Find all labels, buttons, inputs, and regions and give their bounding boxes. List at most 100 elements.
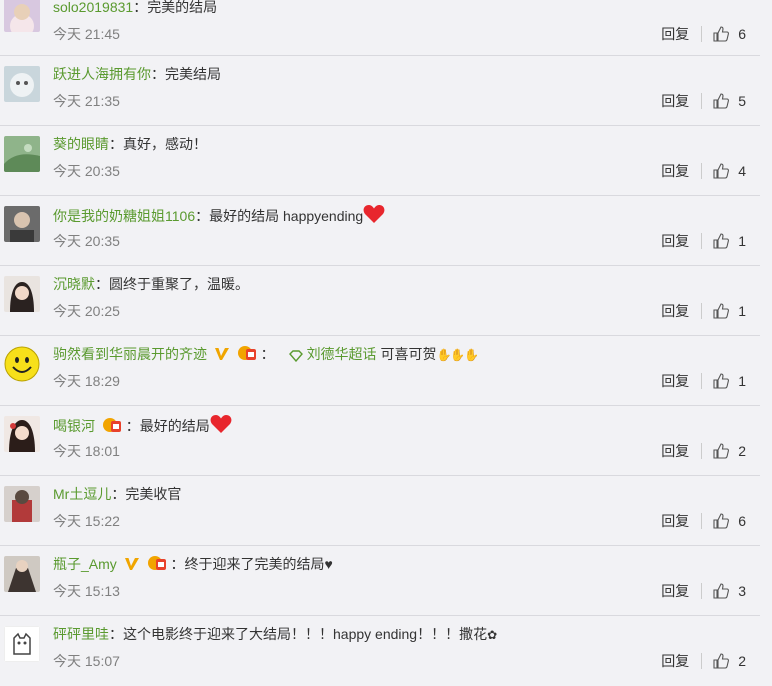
- reply-button[interactable]: 回复: [661, 513, 703, 529]
- separator: ：: [151, 66, 165, 82]
- flower-emoji-icon: ✿: [487, 628, 498, 642]
- reply-button[interactable]: 回复: [661, 373, 703, 389]
- username[interactable]: 葵的眼睛: [53, 136, 109, 152]
- black-heart-emoji-icon: ♥: [324, 556, 333, 572]
- thumbs-up-icon[interactable]: [712, 512, 730, 530]
- comment-item: 喝银河 ：最好的结局 今天 18:01 回复 2: [0, 406, 760, 476]
- avatar[interactable]: [4, 0, 40, 32]
- timestamp: 今天 15:07: [53, 653, 120, 669]
- comment-item: 驹然看到华丽晨开的齐迹 ： 刘德华超话 可喜可贺✋✋✋ 今天 18:29 回复 …: [0, 336, 760, 406]
- timestamp: 今天 21:45: [53, 26, 120, 42]
- separator: ：: [260, 346, 275, 362]
- like-count: 1: [738, 233, 746, 249]
- thumbs-up-icon[interactable]: [712, 582, 730, 600]
- reply-button[interactable]: 回复: [661, 653, 703, 669]
- like-count: 2: [738, 443, 746, 459]
- avatar[interactable]: [4, 416, 40, 452]
- comment-item: 砰砰里哇：这个电影终于迎来了大结局！！！happy ending！！！撒花✿ 今…: [0, 616, 760, 686]
- comment-item: Mr土逗儿：完美收官 今天 15:22 回复 6: [0, 476, 760, 546]
- timestamp: 今天 21:35: [53, 93, 120, 109]
- separator: ：: [111, 486, 126, 502]
- avatar[interactable]: [4, 276, 40, 312]
- username[interactable]: 你是我的奶糖姐姐1106: [53, 208, 195, 224]
- avatar[interactable]: [4, 626, 40, 662]
- comment-item: 瓶子_Amy ：终于迎来了完美的结局♥ 今天 15:13 回复 3: [0, 546, 760, 616]
- username[interactable]: 喝银河: [53, 418, 95, 434]
- username[interactable]: solo2019831: [53, 0, 133, 15]
- super-topic-icon: [288, 350, 303, 362]
- reply-button[interactable]: 回复: [661, 583, 703, 599]
- thumbs-up-icon[interactable]: [712, 162, 730, 180]
- thumbs-up-icon[interactable]: [712, 372, 730, 390]
- comment-text: 完美的结局: [147, 0, 218, 15]
- comment-text: 完美收官: [125, 486, 182, 502]
- like-count: 5: [738, 93, 746, 109]
- like-count: 2: [738, 653, 746, 669]
- heart-emoji-icon: [363, 205, 385, 223]
- comment-text: 完美结局: [165, 66, 221, 82]
- timestamp: 今天 18:01: [53, 443, 120, 459]
- avatar[interactable]: [4, 346, 40, 382]
- clapping-hands-emoji-icon: ✋✋✋: [436, 348, 479, 362]
- separator: ：: [133, 0, 148, 15]
- vip-badge-icon: [102, 418, 121, 432]
- separator: ：: [125, 418, 140, 434]
- avatar[interactable]: [4, 556, 40, 592]
- timestamp: 今天 20:35: [53, 233, 120, 249]
- timestamp: 今天 15:22: [53, 513, 120, 529]
- like-count: 4: [738, 163, 746, 179]
- username[interactable]: 瓶子_Amy: [53, 556, 117, 572]
- avatar[interactable]: [4, 66, 40, 102]
- reply-button[interactable]: 回复: [661, 93, 703, 109]
- timestamp: 今天 18:29: [53, 373, 120, 389]
- verified-v-icon: [124, 558, 139, 570]
- reply-button[interactable]: 回复: [661, 163, 703, 179]
- separator: ：: [95, 276, 109, 292]
- comment-text: 真好，感动！: [123, 136, 207, 152]
- username[interactable]: 砰砰里哇: [53, 626, 109, 642]
- comment-text: 终于迎来了完美的结局: [184, 556, 325, 572]
- comment-list: solo2019831：完美的结局 今天 21:45 回复 6 跃进人海拥有你：…: [0, 0, 760, 686]
- timestamp: 今天 15:13: [53, 583, 120, 599]
- thumbs-up-icon[interactable]: [712, 92, 730, 110]
- separator: ：: [109, 626, 123, 642]
- reply-button[interactable]: 回复: [661, 233, 703, 249]
- avatar[interactable]: [4, 136, 40, 172]
- username[interactable]: 驹然看到华丽晨开的齐迹: [53, 346, 207, 362]
- like-count: 6: [738, 26, 746, 42]
- separator: ：: [170, 556, 185, 572]
- comment-item: 沉晓默：圆终于重聚了，温暖。 今天 20:25 回复 1: [0, 266, 760, 336]
- like-count: 6: [738, 513, 746, 529]
- avatar[interactable]: [4, 206, 40, 242]
- like-count: 3: [738, 583, 746, 599]
- avatar[interactable]: [4, 486, 40, 522]
- comment-text: 这个电影终于迎来了大结局！！！happy ending！！！撒花: [123, 626, 488, 642]
- reply-button[interactable]: 回复: [661, 26, 703, 42]
- thumbs-up-icon[interactable]: [712, 232, 730, 250]
- super-topic-link[interactable]: 刘德华超话: [307, 346, 377, 362]
- separator: ：: [109, 136, 123, 152]
- reply-button[interactable]: 回复: [661, 303, 703, 319]
- comment-text: 可喜可贺: [380, 346, 437, 362]
- timestamp: 今天 20:25: [53, 303, 120, 319]
- reply-button[interactable]: 回复: [661, 443, 703, 459]
- vip-badge-icon: [147, 556, 166, 570]
- comment-item: 跃进人海拥有你：完美结局 今天 21:35 回复 5: [0, 56, 760, 126]
- thumbs-up-icon[interactable]: [712, 652, 730, 670]
- like-count: 1: [738, 373, 746, 389]
- like-count: 1: [738, 303, 746, 319]
- comment-text: 圆终于重聚了，温暖。: [109, 276, 249, 292]
- timestamp: 今天 20:35: [53, 163, 120, 179]
- separator: ：: [195, 208, 210, 224]
- comment-text: 最好的结局 happyending: [209, 208, 364, 224]
- username[interactable]: 沉晓默: [53, 276, 95, 292]
- verified-v-icon: [214, 348, 229, 360]
- heart-emoji-icon: [210, 415, 232, 433]
- vip-badge-icon: [237, 346, 256, 360]
- thumbs-up-icon[interactable]: [712, 442, 730, 460]
- thumbs-up-icon[interactable]: [712, 25, 730, 43]
- thumbs-up-icon[interactable]: [712, 302, 730, 320]
- username[interactable]: Mr土逗儿: [53, 486, 111, 502]
- username[interactable]: 跃进人海拥有你: [53, 66, 151, 82]
- comment-item: 你是我的奶糖姐姐1106：最好的结局 happyending 今天 20:35 …: [0, 196, 760, 266]
